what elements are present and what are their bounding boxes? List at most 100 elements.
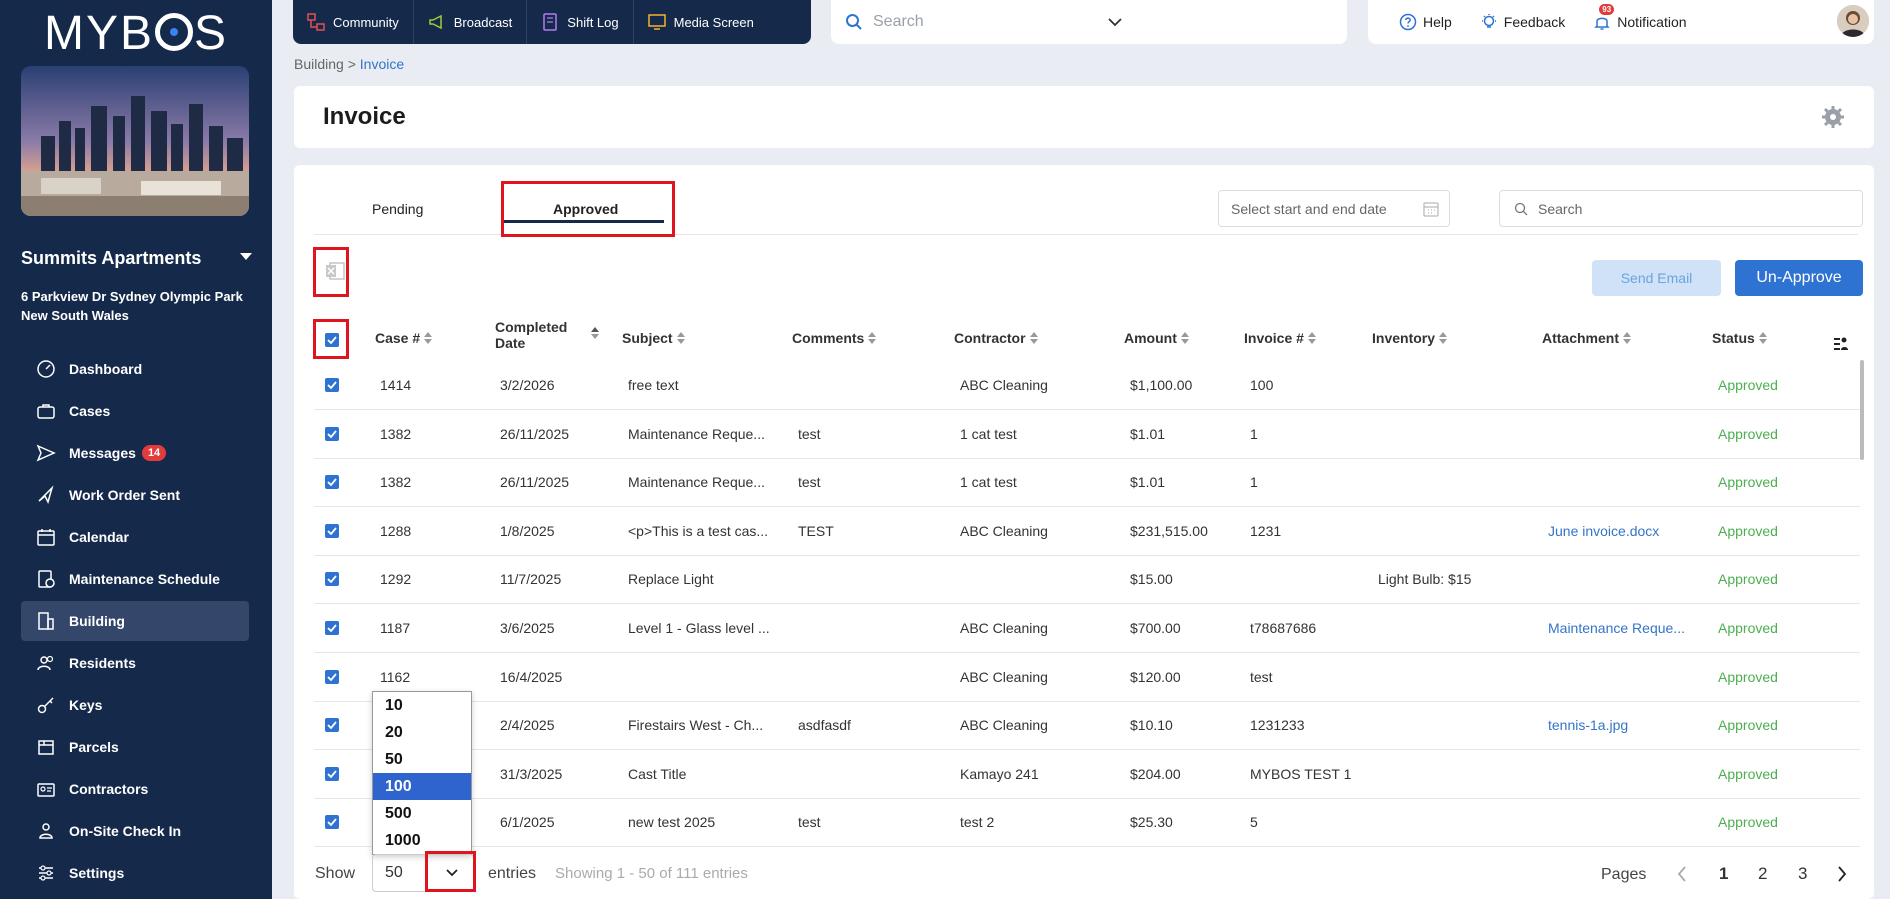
column-header-subject[interactable]: Subject — [622, 330, 685, 346]
feedback-link[interactable]: Feedback — [1480, 13, 1565, 31]
column-header-inventory[interactable]: Inventory — [1372, 330, 1448, 346]
table-row[interactable]: 1292 11/7/2025 Replace Light $15.00 Light Bu… — [314, 555, 1860, 605]
sidebar-item-label: Dashboard — [69, 361, 143, 377]
column-header-status[interactable]: Status — [1712, 330, 1767, 346]
cell-attachment[interactable]: tennis-1a.jpg — [1548, 701, 1690, 749]
sidebar-item-keys[interactable]: Keys — [21, 685, 249, 725]
page-size-option-20[interactable]: 20 — [373, 719, 471, 746]
caret-down-icon[interactable] — [240, 253, 252, 261]
page-3-button[interactable]: 3 — [1798, 864, 1807, 884]
sidebar-item-cases[interactable]: Cases — [21, 391, 249, 431]
breadcrumb-building[interactable]: Building — [294, 56, 344, 72]
column-header-completed-date[interactable]: Completed Date — [495, 319, 600, 351]
table-row[interactable]: 2/4/2025 Firestairs West - Ch... asdfasdf A… — [314, 701, 1860, 751]
cell-contractor: ABC Cleaning — [960, 620, 1048, 636]
gear-icon[interactable] — [1822, 106, 1844, 128]
table-row[interactable]: 1162 16/4/2025 ABC Cleaning $120.00 test Appr… — [314, 653, 1860, 702]
sidebar-item-maintenance-schedule[interactable]: Maintenance Schedule — [21, 559, 249, 599]
help-link[interactable]: Help — [1399, 13, 1452, 31]
column-settings-icon[interactable] — [1832, 335, 1850, 353]
table-row[interactable]: 1187 3/6/2025 Level 1 - Glass level ... ABC… — [314, 604, 1860, 653]
page-size-option-10[interactable]: 10 — [373, 692, 471, 719]
topnav-media-screen[interactable]: Media Screen — [634, 0, 768, 44]
sort-icon — [1307, 332, 1316, 344]
mybos-logo[interactable]: MYB S — [0, 6, 272, 61]
column-header-case[interactable]: Case # — [375, 330, 433, 346]
date-range-input[interactable]: Select start and end date — [1218, 190, 1450, 227]
building-name[interactable]: Summits Apartments — [21, 248, 201, 269]
row-checkbox[interactable] — [325, 718, 339, 733]
next-page-chevron-icon[interactable] — [1837, 866, 1847, 882]
page-size-option-100[interactable]: 100 — [373, 773, 471, 800]
prev-page-chevron-icon[interactable] — [1677, 866, 1687, 882]
un-approve-button[interactable]: Un-Approve — [1735, 260, 1863, 296]
table-row[interactable]: 31/3/2025 Cast Title Kamayo 241 $204.00 MYBO… — [314, 750, 1860, 799]
sidebar-item-messages[interactable]: Messages 14 — [21, 433, 249, 473]
topnav-community[interactable]: Community — [293, 0, 414, 44]
page-1-button[interactable]: 1 — [1719, 864, 1728, 884]
cell-subject: Maintenance Reque... — [628, 425, 765, 442]
cell-amount: $700.00 — [1130, 620, 1181, 636]
column-header-attachment[interactable]: Attachment — [1542, 330, 1632, 346]
cell-subject: new test 2025 — [628, 814, 716, 831]
sidebar-item-dashboard[interactable]: Dashboard — [21, 349, 249, 389]
table-search-input[interactable]: Search — [1499, 190, 1863, 227]
page-size-option-500[interactable]: 500 — [373, 800, 471, 827]
topnav-broadcast[interactable]: Broadcast — [414, 0, 528, 44]
sort-icon — [868, 332, 877, 344]
top-links: Help Feedback 93 Notification — [1368, 0, 1874, 44]
sidebar-item-residents[interactable]: Residents — [21, 643, 249, 683]
cell-invoice: 1231 — [1250, 522, 1282, 539]
sidebar-item-contractors[interactable]: Contractors — [21, 769, 249, 809]
topnav-shift-log[interactable]: Shift Log — [527, 0, 634, 44]
sort-icon — [424, 332, 433, 344]
row-checkbox[interactable] — [325, 766, 339, 781]
column-header-contractor[interactable]: Contractor — [954, 330, 1038, 346]
tab-pending[interactable]: Pending — [372, 201, 423, 217]
briefcase-icon — [35, 400, 57, 422]
send-email-button[interactable]: Send Email — [1592, 260, 1721, 296]
breadcrumb-invoice[interactable]: Invoice — [360, 56, 404, 72]
row-checkbox[interactable] — [325, 426, 339, 441]
chevron-down-icon[interactable] — [1108, 17, 1333, 27]
row-checkbox[interactable] — [325, 621, 339, 635]
notification-link[interactable]: 93 Notification — [1593, 4, 1687, 31]
sidebar-item-settings[interactable]: Settings — [21, 853, 249, 893]
column-header-invoice[interactable]: Invoice # — [1244, 330, 1316, 346]
row-checkbox[interactable] — [325, 523, 339, 538]
sort-icon — [1180, 332, 1189, 344]
table-row[interactable]: 1382 26/11/2025 Maintenance Reque... test 1 … — [314, 410, 1860, 459]
table-row[interactable]: 1382 26/11/2025 Maintenance Reque... test 1 … — [314, 458, 1860, 508]
cell-subject: Cast Title — [628, 765, 687, 782]
cell-amount: $204.00 — [1130, 765, 1181, 782]
page-size-option-50[interactable]: 50 — [373, 746, 471, 773]
table-scrollbar[interactable] — [1860, 360, 1864, 460]
cell-invoice: MYBOS TEST 1 — [1250, 765, 1352, 782]
table-row[interactable]: 1288 1/8/2025 <p>This is a test cas... TEST… — [314, 507, 1860, 556]
row-checkbox[interactable] — [325, 572, 339, 587]
row-checkbox[interactable] — [325, 815, 339, 830]
column-header-comments[interactable]: Comments — [792, 330, 877, 346]
table-row[interactable]: 1414 3/2/2026 free text ABC Cleaning $1,100.… — [314, 361, 1860, 410]
table-row[interactable]: 6/1/2025 new test 2025 test test 2 $25.30 5 Ap… — [314, 798, 1860, 848]
sidebar-item-on-site-check-in[interactable]: On-Site Check In — [21, 811, 249, 851]
users-icon — [35, 652, 57, 674]
row-checkbox[interactable] — [325, 669, 339, 684]
page-size-option-1000[interactable]: 1000 — [373, 827, 471, 854]
column-header-amount[interactable]: Amount — [1124, 330, 1189, 346]
column-header-label: Contractor — [954, 330, 1026, 346]
user-avatar[interactable] — [1837, 5, 1869, 37]
sidebar-item-parcels[interactable]: Parcels — [21, 727, 249, 767]
cell-amount: $25.30 — [1130, 814, 1173, 831]
cell-completed-date: 3/2/2026 — [500, 377, 555, 393]
row-checkbox[interactable] — [325, 475, 339, 490]
cell-case: 1414 — [380, 377, 412, 393]
cell-attachment[interactable]: June invoice.docx — [1548, 507, 1690, 555]
sidebar-item-calendar[interactable]: Calendar — [21, 517, 249, 557]
global-search-input[interactable]: Search — [831, 0, 1347, 44]
page-2-button[interactable]: 2 — [1758, 864, 1767, 884]
sidebar-item-work-order-sent[interactable]: Work Order Sent — [21, 475, 249, 515]
sidebar-item-building[interactable]: Building — [21, 601, 249, 641]
row-checkbox[interactable] — [325, 378, 339, 392]
cell-attachment[interactable]: Maintenance Reque... — [1548, 604, 1690, 652]
